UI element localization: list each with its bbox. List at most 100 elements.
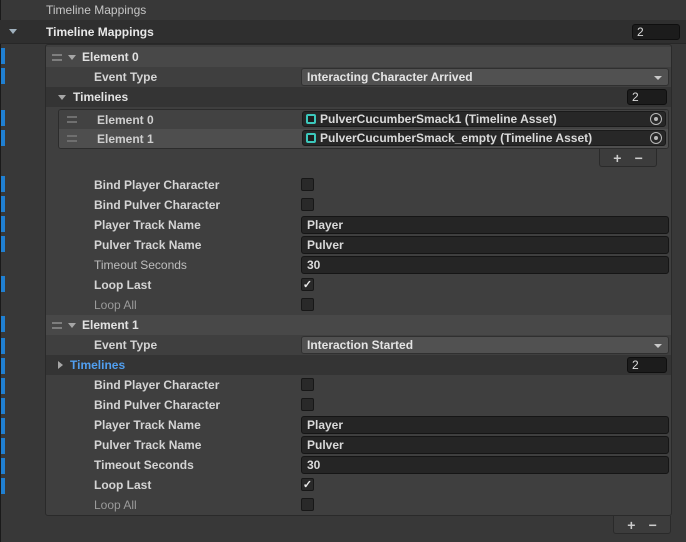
add-button[interactable]: + <box>627 518 635 532</box>
list-size-field[interactable] <box>632 24 680 40</box>
field-label: Pulver Track Name <box>94 438 201 452</box>
field-label: Loop Last <box>94 278 151 292</box>
override-indicator <box>1 378 5 394</box>
timelines-header[interactable]: Timelines <box>46 87 671 107</box>
dropdown-value: Interacting Character Arrived <box>307 70 473 84</box>
bind-player-checkbox[interactable] <box>301 378 314 391</box>
event-type-dropdown[interactable]: Interaction Started <box>301 336 669 354</box>
element-0-header[interactable]: Element 0 <box>46 47 671 67</box>
override-indicator <box>1 48 5 64</box>
field-label: Player Track Name <box>94 418 201 432</box>
event-type-label: Event Type <box>94 70 157 84</box>
loop-last-checkbox[interactable]: ✓ <box>301 478 314 491</box>
override-indicator <box>1 276 5 292</box>
bind-player-row: Bind Player Character <box>46 375 671 395</box>
foldout-expanded-icon[interactable] <box>58 95 66 100</box>
timelines-size-field[interactable] <box>627 357 667 373</box>
timelines-header-collapsed[interactable]: Timelines <box>46 355 671 375</box>
override-indicator <box>1 458 5 474</box>
pulver-track-input[interactable] <box>301 236 669 254</box>
field-label: Bind Player Character <box>94 378 219 392</box>
dropdown-value: Interaction Started <box>307 338 413 352</box>
object-picker-icon[interactable] <box>650 113 662 125</box>
override-indicator <box>1 176 5 192</box>
field-label: Timeout Seconds <box>94 458 194 472</box>
event-type-row: Event Type Interacting Character Arrived <box>46 67 671 87</box>
player-track-input[interactable] <box>301 216 669 234</box>
loop-all-checkbox[interactable] <box>301 498 314 511</box>
timeline-mappings-header[interactable]: Timeline Mappings <box>0 20 686 44</box>
property-label: Timeline Mappings <box>46 3 146 17</box>
override-indicator <box>1 130 5 146</box>
timelines-list-controls: + − <box>599 149 657 167</box>
field-label: Bind Pulver Character <box>94 398 220 412</box>
timelines-title: Timelines <box>70 358 125 372</box>
element-title: Element 1 <box>82 318 139 332</box>
player-track-row: Player Track Name <box>46 415 671 435</box>
field-label: Loop All <box>94 498 137 512</box>
timelines-size-field[interactable] <box>627 89 667 105</box>
bind-pulver-row: Bind Pulver Character <box>46 195 671 215</box>
chevron-down-icon <box>654 76 662 80</box>
field-label: Loop All <box>94 298 137 312</box>
unity-inspector-panel: Timeline Mappings Timeline Mappings Elem… <box>0 0 686 542</box>
field-label: Pulver Track Name <box>94 238 201 252</box>
timeline-mappings-list: Element 0 Event Type Interacting Charact… <box>45 44 672 516</box>
timeline-asset-name: PulverCucumberSmack1 (Timeline Asset) <box>320 112 650 126</box>
event-type-label: Event Type <box>94 338 157 352</box>
drag-handle-icon[interactable] <box>52 322 62 329</box>
element-title: Element 0 <box>82 50 139 64</box>
override-indicator <box>1 418 5 434</box>
chevron-down-icon <box>654 344 662 348</box>
bind-pulver-checkbox[interactable] <box>301 398 314 411</box>
timeout-input[interactable] <box>301 456 669 474</box>
field-label: Bind Player Character <box>94 178 219 192</box>
bind-pulver-checkbox[interactable] <box>301 198 314 211</box>
bind-player-row: Bind Player Character <box>46 175 671 195</box>
object-picker-icon[interactable] <box>650 132 662 144</box>
timeout-row: Timeout Seconds <box>46 455 671 475</box>
timeline-asset-field[interactable]: PulverCucumberSmack1 (Timeline Asset) <box>302 111 666 127</box>
override-indicator <box>1 236 5 252</box>
player-track-input[interactable] <box>301 416 669 434</box>
event-type-dropdown[interactable]: Interacting Character Arrived <box>301 68 669 86</box>
remove-button[interactable]: − <box>635 151 643 165</box>
timeline-item-row[interactable]: Element 1 PulverCucumberSmack_empty (Tim… <box>59 129 668 148</box>
timeline-item-label: Element 0 <box>97 113 154 127</box>
loop-last-checkbox[interactable]: ✓ <box>301 278 314 291</box>
remove-button[interactable]: − <box>649 518 657 532</box>
loop-all-checkbox[interactable] <box>301 298 314 311</box>
override-indicator <box>1 316 5 332</box>
timelines-list: Element 0 PulverCucumberSmack1 (Timeline… <box>58 109 669 149</box>
timeline-asset-icon <box>306 133 316 143</box>
loop-all-row: Loop All <box>46 495 671 515</box>
player-track-row: Player Track Name <box>46 215 671 235</box>
override-indicator <box>1 438 5 454</box>
property-label-row: Timeline Mappings <box>0 0 686 20</box>
bind-player-checkbox[interactable] <box>301 178 314 191</box>
pulver-track-input[interactable] <box>301 436 669 454</box>
override-indicator <box>1 68 5 84</box>
timelines-title: Timelines <box>73 90 128 104</box>
field-label: Timeout Seconds <box>94 258 187 272</box>
override-indicator <box>1 478 5 494</box>
bind-pulver-row: Bind Pulver Character <box>46 395 671 415</box>
drag-handle-icon[interactable] <box>52 54 62 61</box>
timeout-input[interactable] <box>301 256 669 274</box>
foldout-expanded-icon[interactable] <box>9 29 17 34</box>
pulver-track-row: Pulver Track Name <box>46 435 671 455</box>
override-indicator <box>1 358 5 374</box>
loop-last-row: Loop Last ✓ <box>46 475 671 495</box>
foldout-collapsed-icon[interactable] <box>58 361 63 369</box>
timeline-item-row[interactable]: Element 0 PulverCucumberSmack1 (Timeline… <box>59 110 668 129</box>
loop-all-row: Loop All <box>46 295 671 315</box>
timeline-asset-field[interactable]: PulverCucumberSmack_empty (Timeline Asse… <box>302 130 666 146</box>
element-1-header[interactable]: Element 1 <box>46 315 671 335</box>
drag-handle-icon[interactable] <box>67 116 77 123</box>
foldout-expanded-icon[interactable] <box>68 323 76 328</box>
add-button[interactable]: + <box>613 151 621 165</box>
foldout-expanded-icon[interactable] <box>68 55 76 60</box>
timeline-item-label: Element 1 <box>97 132 154 146</box>
field-label: Bind Pulver Character <box>94 198 220 212</box>
drag-handle-icon[interactable] <box>67 135 77 142</box>
